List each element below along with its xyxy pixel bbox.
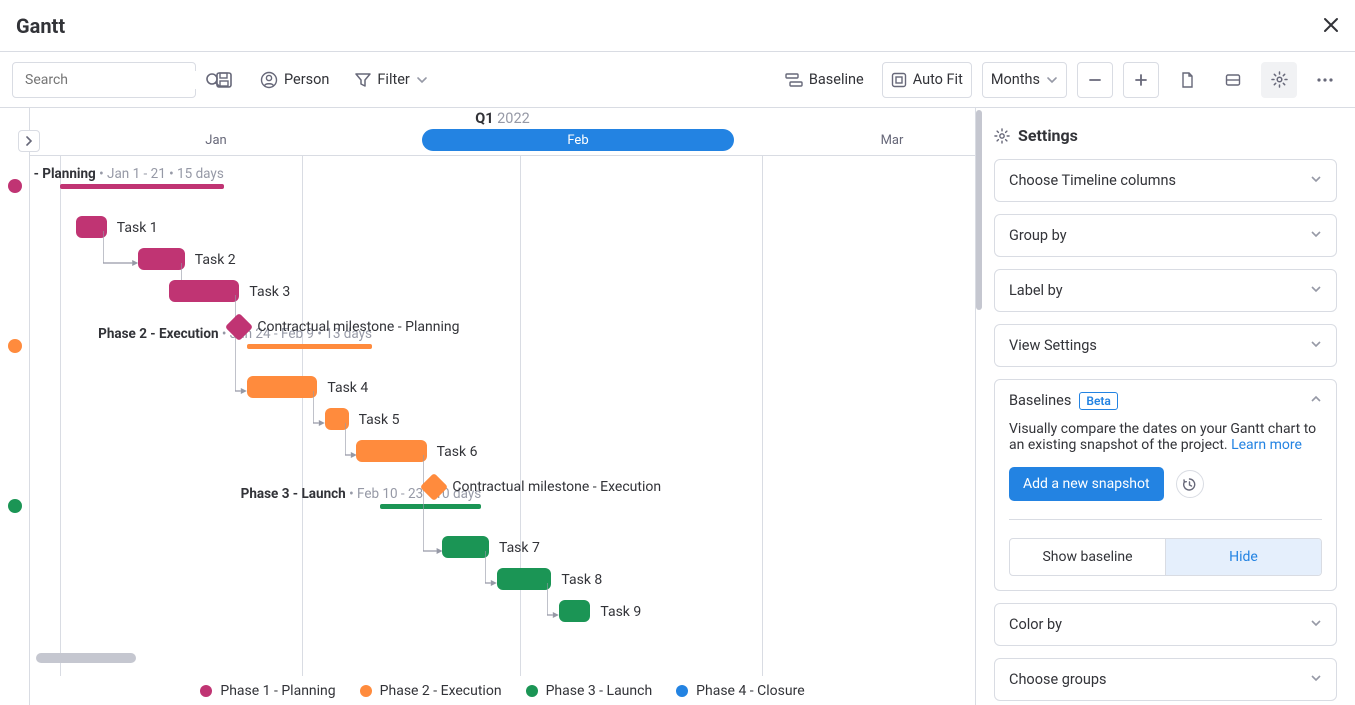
baseline-button[interactable]: Baseline (777, 62, 872, 98)
task-bar[interactable]: Task 3 (169, 280, 239, 302)
search-input[interactable] (23, 71, 205, 89)
left-rail (0, 108, 30, 705)
rail-color-dot (8, 339, 22, 353)
task-bar[interactable]: Task 6 (356, 440, 426, 462)
section-label-by[interactable]: Label by (994, 269, 1337, 312)
add-snapshot-button[interactable]: Add a new snapshot (1009, 467, 1164, 501)
person-filter-button[interactable]: Person (252, 62, 337, 98)
split-view-button[interactable] (1215, 62, 1251, 98)
section-color-by[interactable]: Color by (994, 603, 1337, 646)
task-label: Task 3 (249, 284, 290, 300)
document-icon (1179, 72, 1195, 88)
save-icon (215, 71, 233, 89)
milestone-label: Contractual milestone - Execution (452, 479, 661, 495)
chevron-down-icon (1310, 671, 1322, 688)
export-button[interactable] (1169, 62, 1205, 98)
phase-label: Phase 1 - Planning • Jan 1 - 21 • 15 day… (30, 166, 224, 182)
section-baselines-header[interactable]: BaselinesBeta (995, 380, 1336, 421)
filter-icon (355, 72, 371, 88)
autofit-icon (891, 72, 907, 88)
task-label: Task 7 (499, 540, 540, 556)
quarter-label: Q1 2022 (30, 110, 975, 127)
filter-label: Filter (377, 71, 409, 88)
baseline-visibility-toggle: Show baseline Hide (1009, 538, 1322, 576)
task-bar[interactable]: Task 7 (442, 536, 489, 558)
task-label: Task 5 (359, 412, 400, 428)
time-unit-select[interactable]: Months (982, 62, 1067, 98)
person-label: Person (284, 71, 329, 88)
task-bar[interactable]: Task 2 (138, 248, 185, 270)
hide-baseline-button[interactable]: Hide (1165, 539, 1321, 575)
split-icon (1225, 72, 1241, 88)
search-input-wrapper[interactable] (12, 62, 196, 98)
task-bar[interactable]: Task 4 (247, 376, 317, 398)
gear-icon (994, 128, 1010, 144)
settings-button[interactable] (1261, 62, 1297, 98)
settings-title: Settings (994, 126, 1337, 145)
minus-icon (1088, 73, 1102, 87)
time-unit-value: Months (991, 71, 1040, 88)
zoom-out-button[interactable] (1077, 62, 1113, 98)
chevron-down-icon (1310, 616, 1322, 633)
chevron-down-icon (416, 74, 428, 86)
phase-bar[interactable]: Phase 1 - Planning • Jan 1 - 21 • 15 day… (60, 184, 224, 189)
month-mar[interactable]: Mar (736, 129, 975, 151)
section-view-settings[interactable]: View Settings (994, 324, 1337, 367)
rail-color-dot (8, 499, 22, 513)
section-choose-groups[interactable]: Choose groups (994, 658, 1337, 701)
month-jan[interactable]: Jan (60, 129, 372, 151)
chevron-down-icon (1310, 227, 1322, 244)
legend-item[interactable]: Phase 2 - Execution (360, 683, 502, 699)
dots-icon (1317, 78, 1333, 82)
settings-panel: Settings Choose Timeline columns Group b… (975, 108, 1355, 705)
legend-item[interactable]: Phase 3 - Launch (526, 683, 653, 699)
gear-icon (1271, 71, 1288, 88)
task-label: Task 9 (600, 604, 641, 620)
learn-more-link[interactable]: Learn more (1231, 437, 1302, 453)
chevron-down-icon (1310, 172, 1322, 189)
legend-item[interactable]: Phase 1 - Planning (200, 683, 335, 699)
gantt-chart[interactable]: Q1 2022 Jan FebMar Phase 1 - Planning • J… (30, 108, 975, 705)
section-timeline-columns[interactable]: Choose Timeline columns (994, 159, 1337, 202)
timeline-header: Q1 2022 Jan FebMar (30, 108, 975, 156)
history-icon[interactable] (1176, 470, 1204, 498)
rail-color-dot (8, 179, 22, 193)
baseline-label: Baseline (809, 71, 864, 88)
page-title: Gantt (16, 14, 65, 38)
task-bar[interactable]: Task 8 (497, 568, 552, 590)
more-button[interactable] (1307, 62, 1343, 98)
show-baseline-button[interactable]: Show baseline (1010, 539, 1165, 575)
zoom-in-button[interactable] (1123, 62, 1159, 98)
chevron-down-icon (1310, 282, 1322, 299)
section-baselines: BaselinesBeta Visually compare the dates… (994, 379, 1337, 591)
task-bar[interactable]: Task 9 (559, 600, 590, 622)
autofit-label: Auto Fit (913, 71, 963, 88)
plus-icon (1134, 73, 1148, 87)
phase-bar[interactable]: Phase 2 - Execution • Jan 24 - Feb 9 • 1… (247, 344, 372, 349)
baseline-icon (785, 73, 803, 87)
legend-item[interactable]: Phase 4 - Closure (676, 683, 804, 699)
legend: Phase 1 - Planning Phase 2 - Execution Pha… (30, 683, 975, 701)
filter-button[interactable]: Filter (347, 62, 435, 98)
person-icon (260, 71, 278, 89)
gantt-body[interactable]: Phase 1 - Planning • Jan 1 - 21 • 15 day… (30, 156, 975, 676)
section-group-by[interactable]: Group by (994, 214, 1337, 257)
milestone-label: Contractual milestone - Planning (257, 319, 459, 335)
close-button[interactable] (1323, 14, 1339, 38)
chevron-down-icon (1046, 74, 1058, 86)
horizontal-scrollbar[interactable] (36, 653, 136, 663)
task-label: Task 2 (195, 252, 236, 268)
panel-scrollbar[interactable] (976, 110, 982, 310)
chevron-up-icon (1310, 392, 1322, 409)
task-label: Task 8 (561, 572, 602, 588)
beta-badge: Beta (1079, 392, 1118, 410)
save-button[interactable] (206, 62, 242, 98)
close-icon (1323, 17, 1339, 33)
chevron-down-icon (1310, 337, 1322, 354)
task-label: Task 4 (327, 380, 368, 396)
autofit-button[interactable]: Auto Fit (882, 62, 972, 98)
month-feb[interactable]: Feb (422, 129, 734, 151)
